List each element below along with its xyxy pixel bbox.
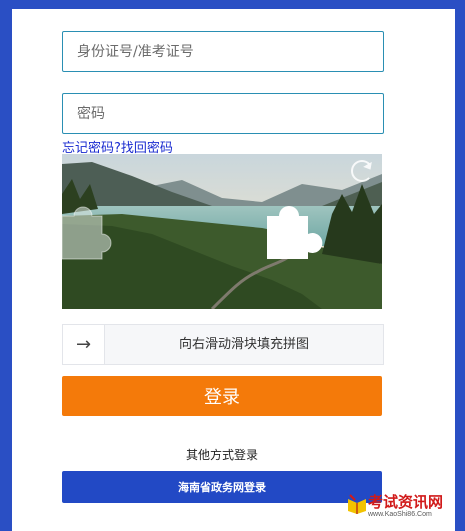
- login-button[interactable]: 登录: [62, 376, 382, 416]
- refresh-icon[interactable]: [351, 160, 373, 182]
- watermark-title: 考试资讯网: [368, 493, 444, 511]
- captcha-slider[interactable]: → 向右滑动滑块填充拼图: [62, 324, 384, 365]
- other-login-methods-label: 其他方式登录: [185, 448, 258, 462]
- captcha-image: [62, 154, 382, 309]
- slider-handle[interactable]: →: [63, 325, 105, 364]
- landscape-image: [62, 154, 382, 309]
- watermark-url: www.KaoShi86.Com: [368, 511, 432, 518]
- watermark: 考试资讯网 www.KaoShi86.Com: [346, 491, 462, 527]
- arrow-right-icon: →: [75, 334, 92, 355]
- password-input[interactable]: [63, 94, 383, 133]
- password-field[interactable]: [62, 93, 384, 134]
- slider-instruction: 向右滑动滑块填充拼图: [178, 337, 309, 352]
- gov-login-button[interactable]: 海南省政务网登录: [62, 471, 382, 503]
- book-logo-icon: [348, 494, 366, 514]
- id-number-input[interactable]: [63, 32, 383, 71]
- id-number-field[interactable]: [62, 31, 384, 72]
